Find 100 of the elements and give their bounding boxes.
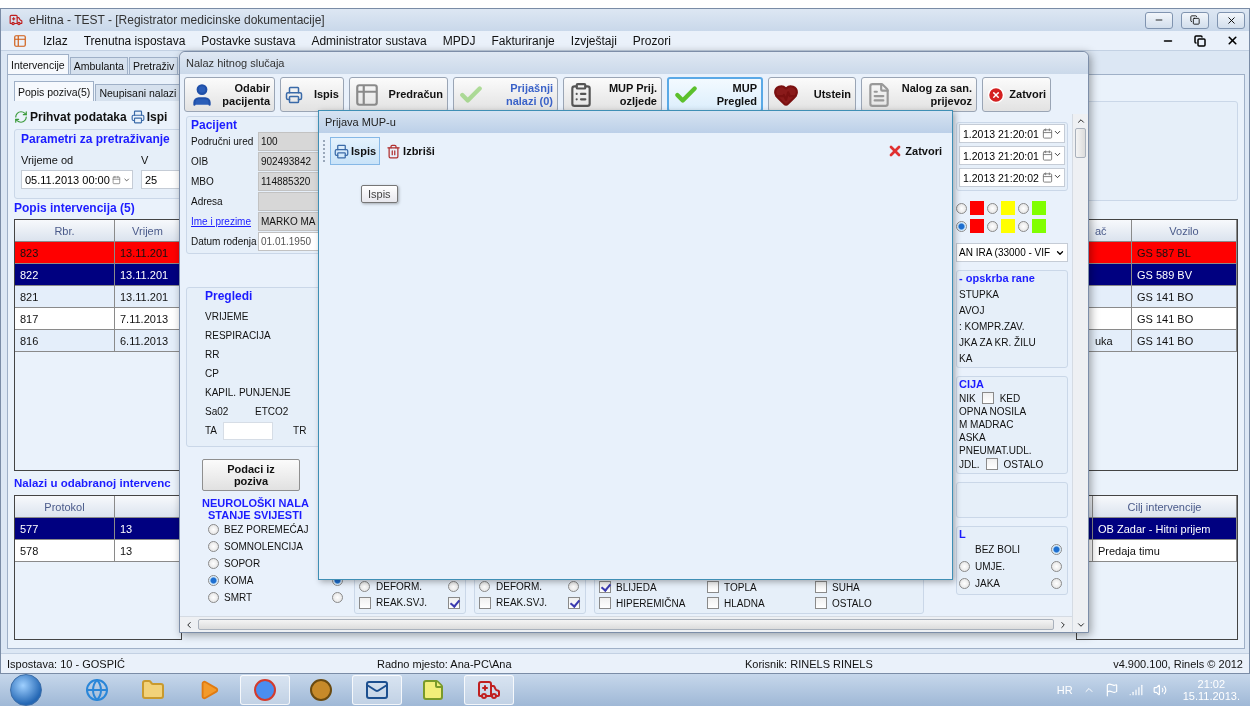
toolbar-button[interactable]: MUP Pregled — [667, 77, 763, 112]
speaker-icon[interactable] — [1152, 683, 1167, 697]
tab[interactable]: Popis poziva(5) — [14, 81, 95, 101]
call-data-button[interactable]: Podaci iz poziva — [202, 459, 300, 491]
menu-item[interactable]: Postavke sustava — [201, 33, 296, 48]
checkbox[interactable] — [707, 581, 719, 593]
toolbar-button[interactable]: Izbriši — [382, 137, 439, 165]
restore-button[interactable] — [1192, 34, 1208, 47]
tab[interactable]: Neupisani nalazi — [95, 84, 181, 101]
table-row[interactable]: 821 13.11.201 — [15, 286, 181, 308]
radio-button[interactable] — [332, 592, 343, 603]
radio-button[interactable] — [479, 581, 490, 593]
radio-button[interactable] — [1018, 220, 1029, 232]
checkbox[interactable] — [599, 581, 611, 593]
patient-name-link[interactable]: Ime i prezime — [191, 216, 258, 227]
checkbox[interactable] — [985, 458, 998, 470]
menu-item[interactable]: Administrator sustava — [311, 33, 427, 48]
restore-button[interactable] — [1181, 11, 1209, 29]
scrollbar-thumb[interactable] — [198, 619, 1054, 630]
close-button[interactable]: Zatvori — [883, 137, 946, 165]
toolbar-button[interactable]: Ispis — [280, 77, 344, 112]
radio-button[interactable] — [1051, 543, 1062, 555]
radio-button[interactable] — [987, 202, 998, 214]
column-header[interactable]: Vozilo — [1132, 220, 1237, 241]
radio-button[interactable] — [956, 202, 967, 214]
start-button[interactable] — [10, 674, 42, 706]
radio-button[interactable] — [1051, 560, 1062, 572]
radio-button[interactable] — [959, 577, 970, 589]
checkbox[interactable] — [815, 581, 827, 593]
menu-item[interactable]: Izvještaji — [570, 33, 617, 48]
table-row[interactable]: 816 6.11.2013 — [15, 330, 181, 352]
scrollbar-thumb[interactable] — [1075, 128, 1086, 158]
taskbar-app[interactable] — [464, 675, 514, 705]
toolbar-button[interactable]: Nalog za san. prijevoz — [861, 77, 977, 112]
menu-item[interactable]: MPDJ — [442, 33, 476, 48]
radio-button[interactable] — [208, 592, 219, 603]
radio-button[interactable] — [568, 581, 579, 593]
radio-button[interactable] — [208, 524, 219, 535]
date-field[interactable]: 1.2013 21:20:01 — [959, 146, 1065, 165]
toolbar-button[interactable]: Prihvat podataka — [14, 110, 127, 124]
caret-icon — [1053, 150, 1062, 159]
toolbar-button[interactable]: Predračun — [349, 77, 448, 112]
radio-button[interactable] — [448, 581, 459, 593]
taskbar-app[interactable] — [240, 675, 290, 705]
checkbox[interactable] — [568, 596, 580, 609]
radio-button[interactable] — [959, 560, 970, 572]
radio-button[interactable] — [208, 575, 219, 586]
printer-icon — [334, 143, 349, 159]
field-label: Područni ured — [191, 136, 255, 147]
checkbox[interactable] — [359, 596, 371, 609]
checkbox[interactable] — [815, 597, 827, 609]
toolbar-button[interactable]: Ispis — [330, 137, 381, 165]
menu-item[interactable]: Fakturiranje — [491, 33, 555, 48]
toolbar-button[interactable]: Ispi — [130, 110, 168, 124]
date-field[interactable]: 1.2013 21:20:01 — [959, 124, 1065, 143]
clipboard-icon — [568, 81, 594, 108]
status-text: Radno mjesto: Ana-PC\Ana — [377, 657, 513, 670]
toolbar-button[interactable]: Zatvori — [982, 77, 1051, 112]
input-field[interactable] — [223, 421, 274, 440]
taskbar-app[interactable] — [352, 675, 402, 705]
checkbox[interactable] — [448, 596, 460, 609]
flag-icon[interactable] — [1104, 683, 1119, 697]
menu-item[interactable]: Prozori — [632, 33, 671, 48]
table-row[interactable]: 823 13.11.201 — [15, 242, 181, 264]
radio-button[interactable] — [987, 220, 998, 232]
radio-button[interactable] — [1051, 577, 1062, 589]
folder-icon — [141, 678, 165, 702]
horizontal-scrollbar[interactable] — [180, 616, 1072, 632]
table-row[interactable]: 578 13 — [15, 540, 181, 562]
radio-button[interactable] — [208, 541, 219, 552]
date-field[interactable]: 05.11.2013 00:00 — [21, 170, 133, 189]
table-row[interactable]: 817 7.11.2013 — [15, 308, 181, 330]
dropdown[interactable]: AN IRA (33000 - VIF — [956, 243, 1068, 262]
option-label: KOMA — [224, 575, 255, 586]
vertical-scrollbar[interactable] — [1072, 114, 1088, 632]
date-field[interactable]: 1.2013 21:20:02 — [959, 168, 1065, 187]
checkbox[interactable] — [479, 596, 491, 609]
restore-icon — [1194, 34, 1206, 47]
toolbar-button[interactable]: Utstein — [768, 77, 856, 112]
menu-item[interactable]: Trenutna ispostava — [83, 33, 186, 48]
date-field[interactable]: 25 — [141, 170, 181, 189]
radio-button[interactable] — [208, 558, 219, 569]
tab[interactable]: Intervencije — [7, 54, 69, 74]
field-label: ETCO2 — [255, 406, 289, 417]
table-row[interactable]: 822 13.11.201 — [15, 264, 181, 286]
toolbar-button[interactable]: MUP Prij. ozljede — [563, 77, 662, 112]
radio-button[interactable] — [1018, 202, 1029, 214]
column-header[interactable]: Rbr. — [15, 220, 115, 241]
checkbox[interactable] — [707, 597, 719, 609]
menu-item[interactable]: Izlaz — [43, 33, 68, 48]
checkbox[interactable] — [599, 597, 611, 609]
tab[interactable]: Ambulanta — [69, 57, 128, 74]
radio-button[interactable] — [359, 581, 370, 593]
tab[interactable]: Pretraživ — [128, 57, 179, 74]
popup-title: Prijava MUP-u — [319, 111, 952, 133]
radio-button[interactable] — [956, 220, 967, 232]
checkbox[interactable] — [981, 392, 994, 404]
field-label: V — [141, 154, 150, 166]
toolbar-button[interactable]: Odabir pacijenta — [184, 77, 275, 112]
table-row[interactable]: 577 13 — [15, 518, 181, 540]
